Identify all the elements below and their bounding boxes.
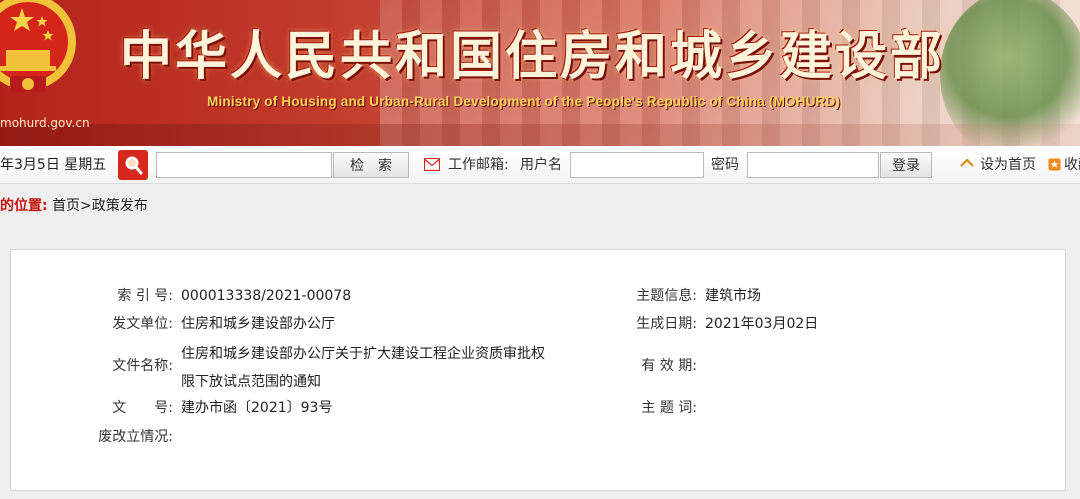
username-label: 用户名	[520, 157, 562, 173]
issuer-label: 发文单位:	[112, 316, 173, 332]
top-toolbar: 年3月5日 星期五 检 索 工作邮箱: 用户名 密码 登录 设为首页 收藏	[0, 146, 1080, 184]
docnum-value: 建办市函〔2021〕93号	[181, 400, 333, 416]
index-value: 000013338/2021-00078	[181, 288, 352, 304]
password-input[interactable]	[747, 152, 879, 178]
home-icon	[960, 158, 974, 167]
set-homepage-link[interactable]: 设为首页	[980, 146, 1036, 184]
breadcrumb: 的位置: 首页>政策发布	[0, 194, 148, 218]
add-favorite-link[interactable]: 收藏	[1064, 146, 1080, 184]
filename-label: 文件名称:	[112, 358, 173, 374]
document-info-panel: 索 引 号: 000013338/2021-00078 发文单位: 住房和城乡建…	[10, 249, 1066, 491]
filename-value: 住房和城乡建设部办公厅关于扩大建设工程企业资质审批权限下放试点范围的通知	[181, 346, 545, 390]
bookmark-icon	[1048, 158, 1061, 171]
topic-value: 建筑市场	[705, 288, 761, 304]
username-input[interactable]	[570, 152, 704, 178]
date-value: 2021年03月02日	[705, 316, 819, 332]
site-title-english: Ministry of Housing and Urban-Rural Deve…	[207, 94, 841, 109]
banner-bottom-band	[0, 124, 1080, 146]
validity-label: 有 效 期:	[641, 358, 697, 374]
password-label: 密码	[711, 157, 739, 173]
site-title-chinese: 中华人民共和国住房和城乡建设部	[120, 26, 946, 87]
date-label: 生成日期:	[636, 316, 697, 332]
mail-label: 工作邮箱:	[448, 157, 509, 173]
keywords-label: 主 题 词:	[641, 400, 697, 416]
national-emblem-icon	[0, 0, 76, 92]
index-label: 索 引 号:	[117, 288, 173, 304]
issuer-value: 住房和城乡建设部办公厅	[181, 316, 335, 332]
current-date: 年3月5日 星期五	[0, 157, 107, 173]
breadcrumb-path[interactable]: 首页>政策发布	[52, 198, 148, 214]
envelope-icon	[424, 158, 440, 171]
topic-label: 主题信息:	[636, 288, 697, 304]
magnifier-icon[interactable]	[118, 150, 148, 180]
login-button[interactable]: 登录	[880, 152, 932, 178]
site-url[interactable]: mohurd.gov.cn	[0, 116, 90, 130]
breadcrumb-label: 的位置:	[0, 198, 48, 214]
search-button[interactable]: 检 索	[333, 152, 409, 178]
site-banner: mohurd.gov.cn 中华人民共和国住房和城乡建设部 Ministry o…	[0, 0, 1080, 146]
docnum-label: 文 号:	[112, 400, 173, 416]
status-label: 废改立情况:	[98, 429, 173, 445]
search-input[interactable]	[156, 152, 332, 178]
